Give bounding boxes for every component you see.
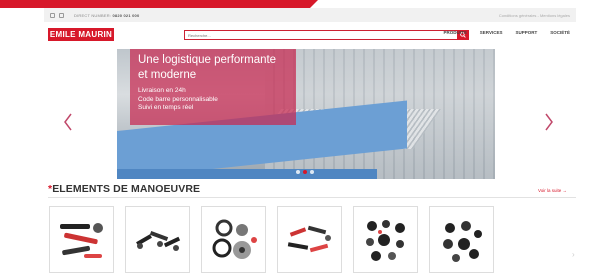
header: EMILE MAURIN PRODUITS SERVICES SUPPORT S… <box>44 22 576 48</box>
product-card[interactable] <box>125 206 190 273</box>
see-all-link[interactable]: Voir la suite → <box>538 188 567 193</box>
hero-bullet: Code barre personnalisable <box>138 95 218 103</box>
lever-handles-image <box>59 222 103 258</box>
hero-bullet: Livraison en 24h <box>138 87 186 94</box>
search-input[interactable] <box>185 31 445 39</box>
product-next-icon[interactable]: › <box>572 250 575 259</box>
carousel-dots <box>296 170 314 174</box>
blue-bin-front <box>117 169 377 179</box>
phone-contact: DIRECT NUMBER: 0820 021 000 <box>74 13 139 18</box>
section-title: *ELEMENTS DE MANOEUVRE <box>48 183 200 195</box>
knobs-image <box>365 219 405 261</box>
phone-label: DIRECT NUMBER: <box>74 12 112 18</box>
section-divider <box>48 197 576 198</box>
facebook-icon[interactable] <box>50 12 55 18</box>
phone-number[interactable]: 0820 021 000 <box>113 13 140 18</box>
hero-title-line1: Une logistique performante <box>138 54 277 66</box>
crank-handles-image <box>135 230 180 251</box>
nav-produits[interactable]: PRODUITS <box>444 30 467 35</box>
main-nav: PRODUITS SERVICES SUPPORT SOCIÉTÉ <box>444 30 570 35</box>
hero-bullet: Suivi en temps réel <box>138 104 194 111</box>
carousel-dot[interactable] <box>310 170 314 174</box>
search-bar <box>184 30 469 40</box>
product-card[interactable] <box>429 206 494 273</box>
top-bar: DIRECT NUMBER: 0820 021 000 Conditions g… <box>44 8 576 22</box>
carousel-dot-active[interactable] <box>303 170 307 174</box>
hero-caption: Une logistique performante et moderne Li… <box>130 49 296 125</box>
carousel-next-button[interactable] <box>544 112 554 136</box>
nav-societe[interactable]: SOCIÉTÉ <box>550 30 570 35</box>
product-cards <box>49 206 494 273</box>
nav-services[interactable]: SERVICES <box>480 30 503 35</box>
site-logo[interactable]: EMILE MAURIN <box>48 28 114 41</box>
linkedin-icon[interactable] <box>59 12 64 18</box>
top-links[interactable]: Conditions générales - Mentions légales <box>499 13 570 18</box>
knurled-knobs-image <box>442 220 482 262</box>
handwheels-image <box>212 219 257 259</box>
clamping-levers-image <box>287 225 331 252</box>
chevron-right-icon <box>545 113 553 131</box>
corner-banner <box>0 0 318 8</box>
chevron-left-icon <box>64 113 72 131</box>
product-card[interactable] <box>49 206 114 273</box>
product-card[interactable] <box>277 206 342 273</box>
product-card[interactable] <box>201 206 266 273</box>
carousel-dot[interactable] <box>296 170 300 174</box>
carousel-prev-button[interactable] <box>63 112 73 136</box>
section-title-text: ELEMENTS DE MANOEUVRE <box>52 183 201 195</box>
hero-title-line2: et moderne <box>138 69 197 81</box>
product-card[interactable] <box>353 206 418 273</box>
nav-support[interactable]: SUPPORT <box>515 30 537 35</box>
